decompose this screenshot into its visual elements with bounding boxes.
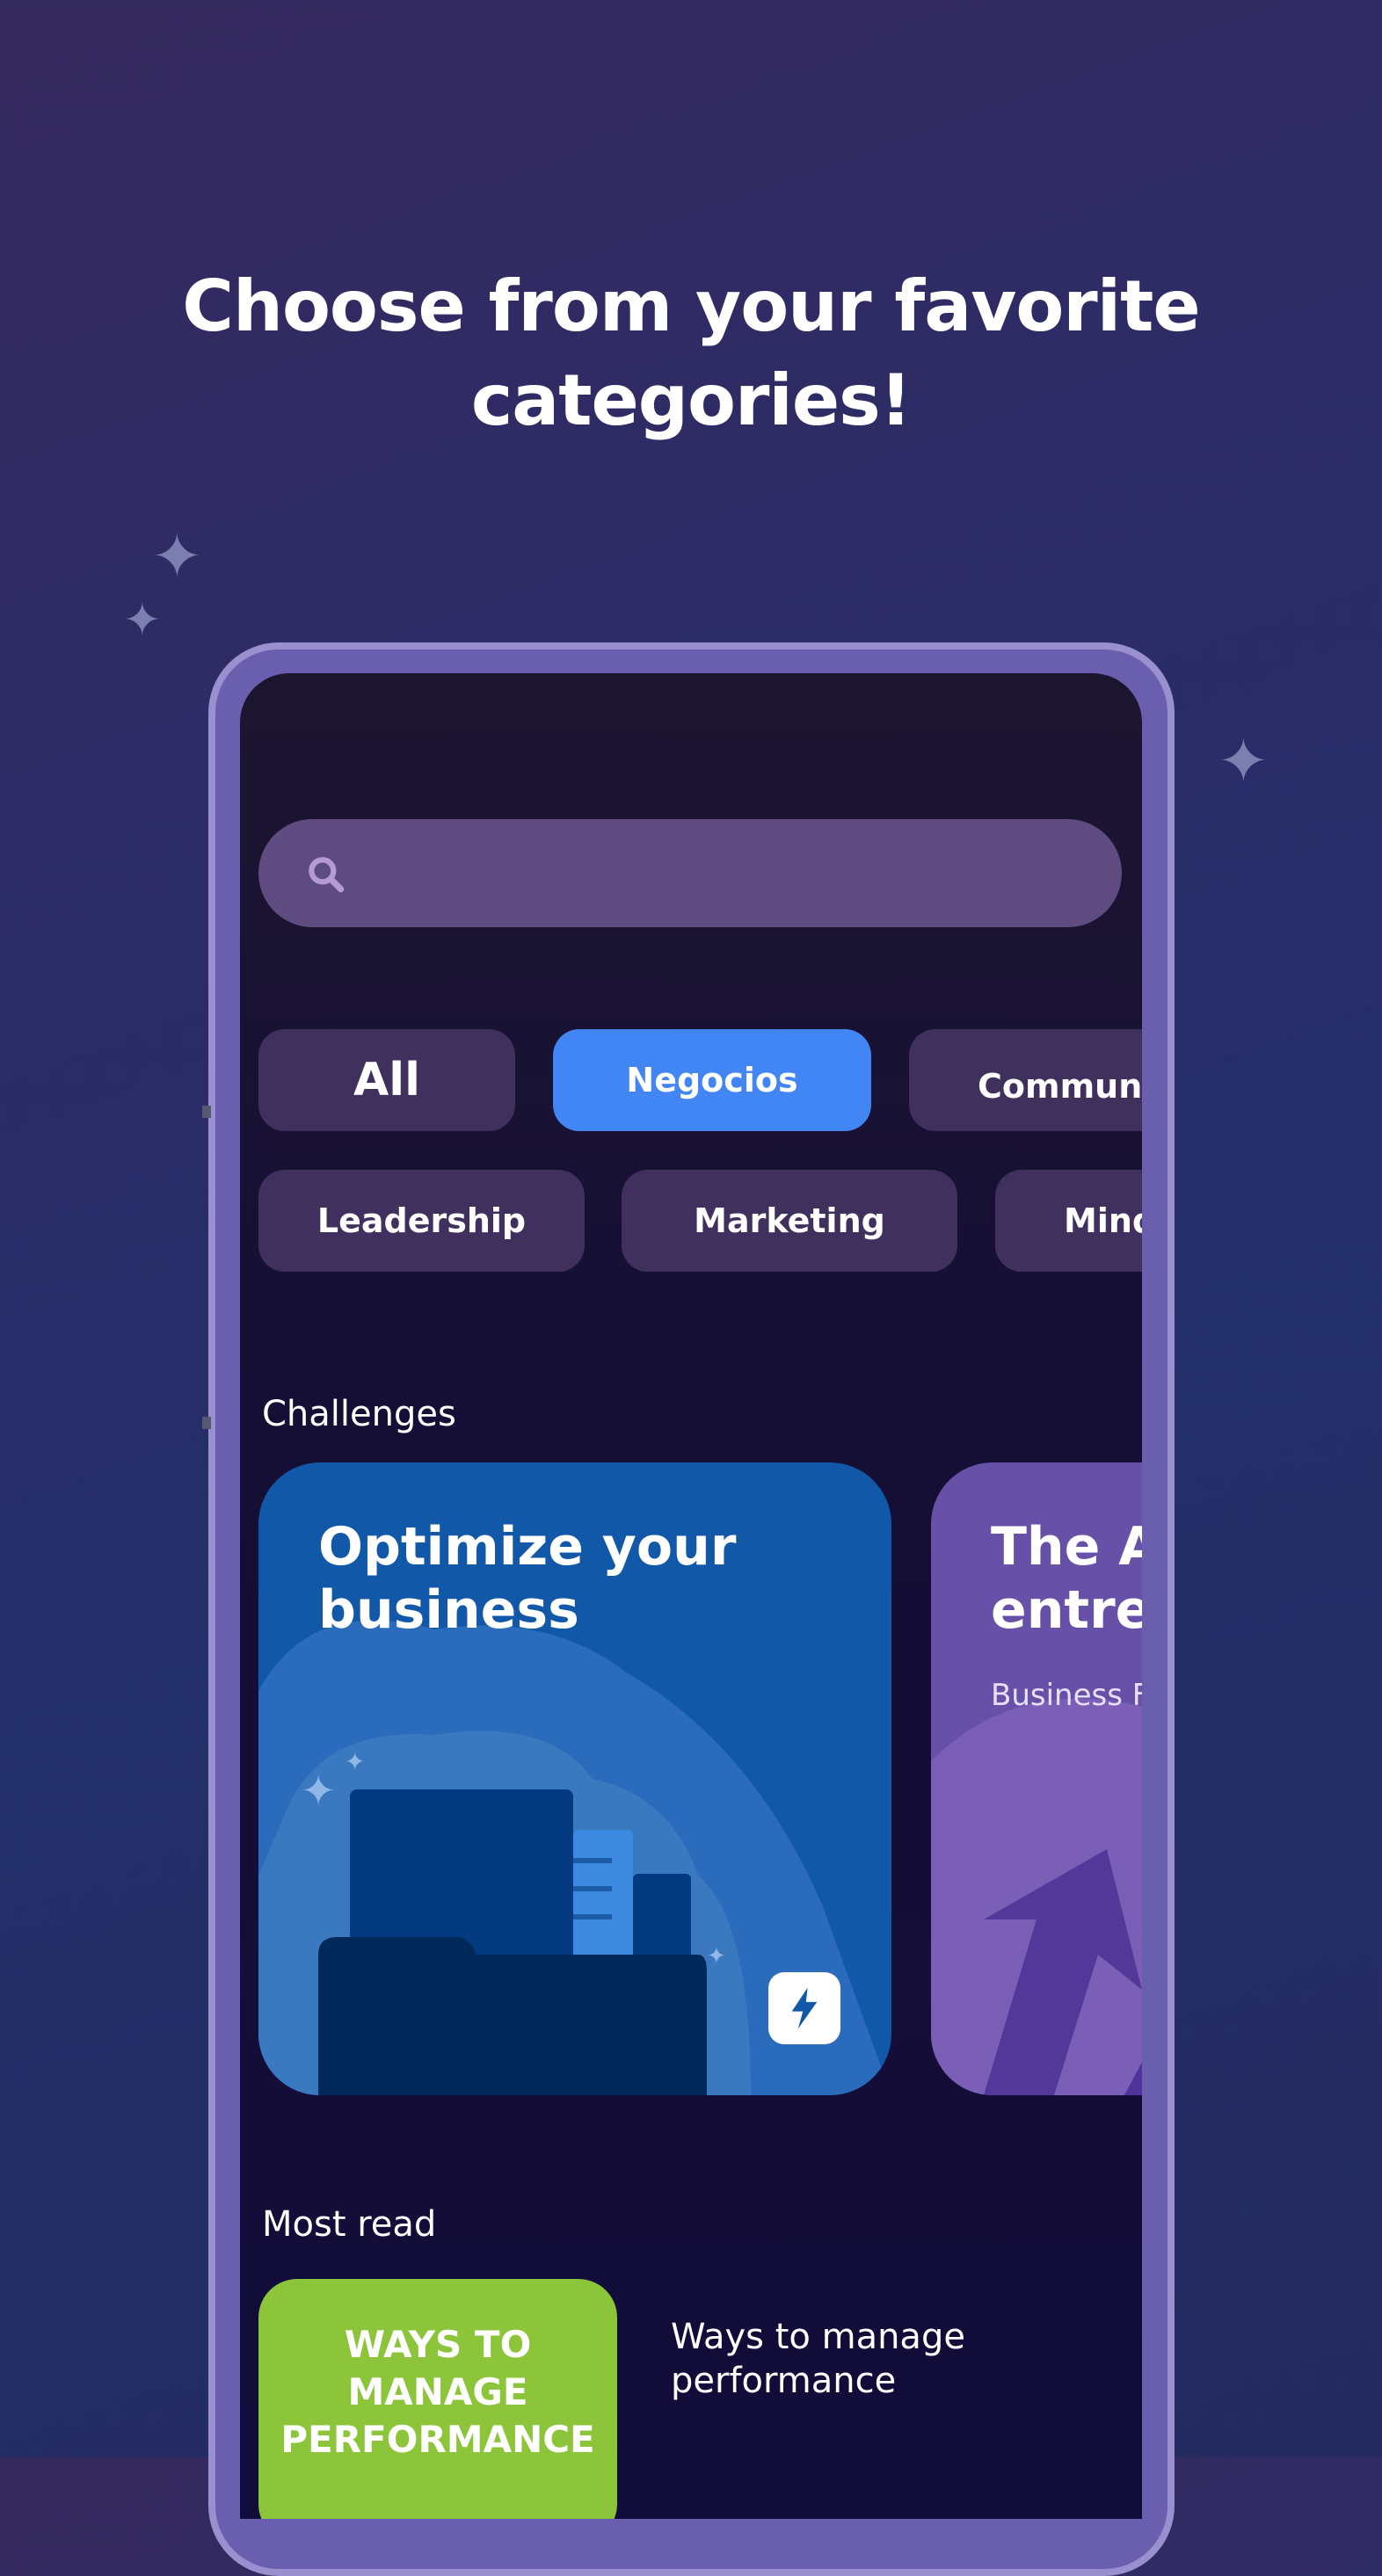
category-chip-communication[interactable]: Commun xyxy=(909,1029,1142,1131)
svg-text:✦: ✦ xyxy=(345,1747,365,1776)
title-line: Optimize your xyxy=(318,1516,737,1578)
search-input[interactable] xyxy=(258,819,1122,927)
headline-line-1: Choose from your favorite xyxy=(182,265,1200,347)
chip-label: Commun xyxy=(978,1067,1142,1106)
chip-label: Mind xyxy=(1064,1201,1142,1240)
category-chip-marketing[interactable]: Marketing xyxy=(622,1170,957,1272)
chip-label: All xyxy=(353,1054,420,1107)
challenge-card[interactable]: The Aentre Business F xyxy=(931,1462,1142,2095)
category-chip-leadership[interactable]: Leadership xyxy=(258,1170,585,1272)
title-line: The A xyxy=(991,1516,1142,1578)
cover-text: WAYS TO xyxy=(344,2323,532,2366)
phone-side-button xyxy=(202,1106,211,1118)
title-line: entre xyxy=(991,1579,1142,1641)
phone-screen: All Negocios Commun Leadership Marketing… xyxy=(240,673,1142,2519)
headline-line-2: categories! xyxy=(470,359,912,441)
chip-label: Negocios xyxy=(626,1061,798,1099)
article-cover[interactable]: WAYS TO MANAGE PERFORMANCE xyxy=(258,2279,617,2519)
category-chip-mindset[interactable]: Mind xyxy=(995,1170,1142,1272)
challenge-card-title: The Aentre xyxy=(991,1515,1142,1642)
search-icon xyxy=(309,857,345,893)
challenge-card-subtitle: Business F xyxy=(991,1678,1142,1713)
category-chip-negocios[interactable]: Negocios xyxy=(553,1029,871,1131)
cover-text: PERFORMANCE xyxy=(280,2418,595,2461)
chip-label: Leadership xyxy=(316,1201,527,1240)
phone-side-button xyxy=(202,1417,211,1429)
svg-text:✦: ✦ xyxy=(707,1943,726,1970)
challenge-card[interactable]: ✦ ✦ ✦ Optimize your business xyxy=(258,1462,891,2095)
section-title-most-read: Most read xyxy=(262,2204,437,2245)
title-line: business xyxy=(318,1579,579,1641)
svg-text:✦: ✦ xyxy=(301,1767,336,1816)
sparkle-icon: ✦ xyxy=(151,520,203,592)
challenge-card-title: Optimize your business xyxy=(318,1515,736,1642)
sparkle-icon: ✦ xyxy=(1218,725,1269,797)
section-title-challenges: Challenges xyxy=(262,1394,456,1434)
cover-text: MANAGE xyxy=(347,2370,528,2413)
lightning-icon xyxy=(768,1972,840,2044)
sparkle-icon: ✦ xyxy=(123,594,162,647)
title-line: Ways to manage xyxy=(671,2317,965,2357)
headline: Choose from your favorite categories! xyxy=(0,259,1382,447)
chip-label: Marketing xyxy=(694,1201,885,1240)
article-title[interactable]: Ways to manage performance xyxy=(671,2315,965,2403)
category-chip-all[interactable]: All xyxy=(258,1029,515,1131)
title-line: performance xyxy=(671,2361,897,2401)
